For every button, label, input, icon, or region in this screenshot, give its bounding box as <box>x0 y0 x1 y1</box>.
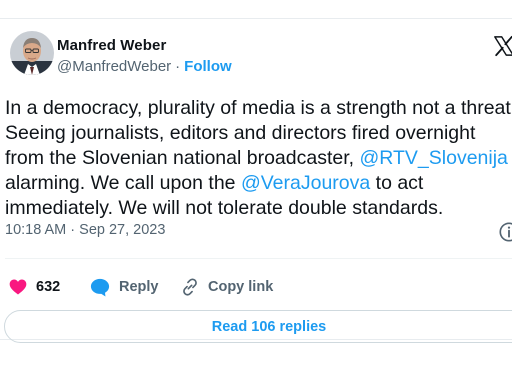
tweet-line: In a democracy, plurality of media is a … <box>5 96 512 121</box>
tweet-text-segment: is <box>508 147 512 169</box>
copy-link-label: Copy link <box>208 279 274 295</box>
tweet-text-segment: In a democracy, plurality of media is a … <box>5 97 512 119</box>
read-replies-button[interactable]: Read 106 replies <box>4 310 512 343</box>
tweet-line: alarming. We call upon the @VeraJourova … <box>5 171 512 196</box>
tweet-text-segment: alarming. We call upon the <box>5 172 241 194</box>
x-logo-icon[interactable] <box>493 35 512 57</box>
copy-link-button[interactable]: Copy link <box>180 277 273 297</box>
reply-label: Reply <box>119 279 159 295</box>
divider <box>5 258 512 259</box>
mention-link[interactable]: @VeraJourova <box>241 172 370 194</box>
like-button[interactable]: 632 <box>8 277 60 297</box>
tweet-text-segment: to act <box>370 172 424 194</box>
author-handle-row: @ManfredWeber · Follow <box>57 58 232 75</box>
reply-button[interactable]: Reply <box>89 277 159 297</box>
separator-dot: · <box>175 58 181 75</box>
tweet-actions: 632 Reply Copy link <box>0 277 512 303</box>
read-replies-label: Read 106 replies <box>211 318 327 335</box>
tweet-line: Seeing journalists, editors and director… <box>5 121 512 146</box>
tweet-line: from the Slovenian national broadcaster,… <box>5 146 512 171</box>
tweet-timestamp[interactable]: 10:18 AM · Sep 27, 2023 <box>5 222 165 238</box>
tweet-text-segment: from the Slovenian national broadcaster, <box>5 147 360 169</box>
tweet-text-segment: Seeing journalists, editors and director… <box>5 122 476 144</box>
like-count: 632 <box>36 279 61 295</box>
heart-icon <box>9 279 27 295</box>
tweet-card: Manfred Weber @ManfredWeber · Follow In a … <box>0 18 512 343</box>
info-icon[interactable] <box>498 221 512 243</box>
tweet-text-segment: immediately. We will not tolerate double… <box>5 197 444 219</box>
tweet-line: immediately. We will not tolerate double… <box>5 196 512 221</box>
author-handle[interactable]: @ManfredWeber <box>57 58 171 75</box>
speech-bubble-icon <box>90 278 110 297</box>
link-icon <box>183 278 197 296</box>
author-portrait-icon <box>10 31 54 75</box>
follow-button[interactable]: Follow <box>184 58 232 75</box>
avatar[interactable] <box>10 31 54 75</box>
author-name[interactable]: Manfred Weber <box>57 37 166 54</box>
mention-link[interactable]: @RTV_Slovenija <box>359 147 507 169</box>
tweet-text: In a democracy, plurality of media is a … <box>5 96 512 221</box>
